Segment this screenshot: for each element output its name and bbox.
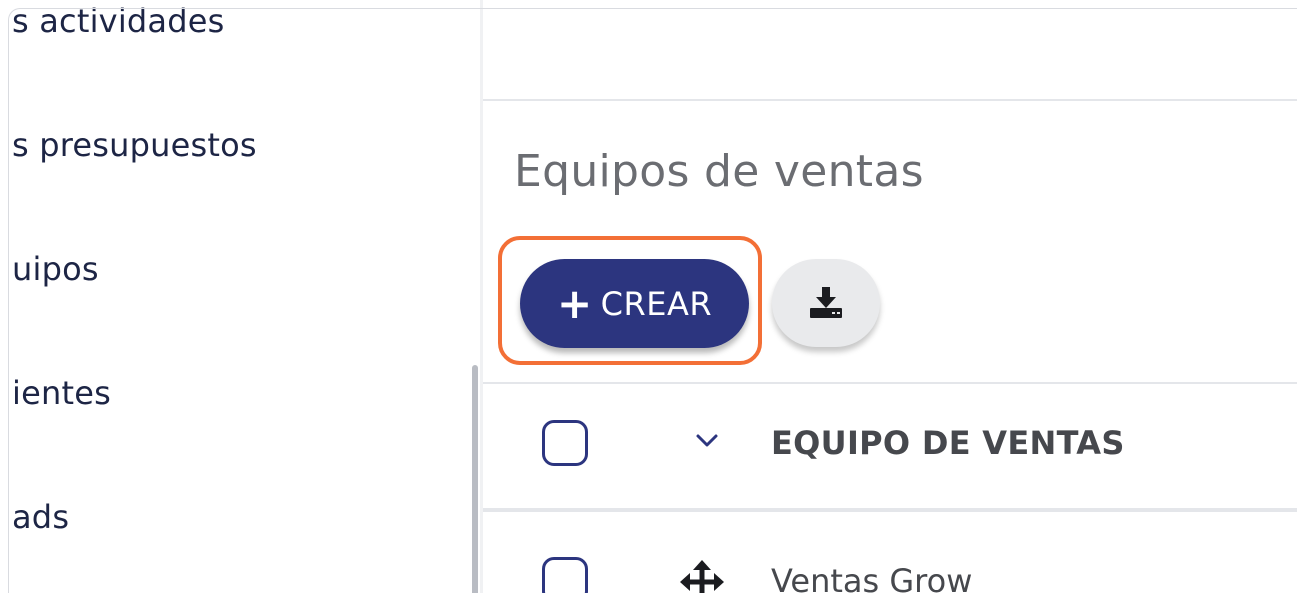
sidebar-item-presupuestos[interactable]: s presupuestos bbox=[12, 126, 257, 164]
table-header-divider bbox=[483, 508, 1297, 512]
select-all-checkbox[interactable] bbox=[542, 420, 588, 466]
move-icon[interactable] bbox=[680, 560, 724, 593]
create-button-label: CREAR bbox=[600, 284, 713, 323]
main-content: Equipos de ventas + CREAR EQUIPO DE VENT… bbox=[483, 0, 1297, 593]
sidebar-item-actividades[interactable]: s actividades bbox=[12, 2, 225, 40]
create-button[interactable]: + CREAR bbox=[520, 259, 749, 348]
sidebar-item-equipos[interactable]: uipos bbox=[12, 250, 99, 288]
download-button[interactable] bbox=[772, 259, 880, 347]
column-header-equipo-de-ventas[interactable]: EQUIPO DE VENTAS bbox=[771, 424, 1125, 462]
row-name[interactable]: Ventas Grow bbox=[771, 562, 972, 593]
topbar-divider bbox=[483, 99, 1297, 101]
download-icon bbox=[810, 287, 842, 318]
chevron-down-icon[interactable] bbox=[694, 430, 720, 450]
sidebar-item-clientes[interactable]: ientes bbox=[12, 374, 111, 412]
sidebar: s actividades s presupuestos uipos iente… bbox=[0, 0, 480, 593]
sidebar-scrollbar[interactable] bbox=[472, 365, 478, 593]
plus-icon: + bbox=[556, 278, 593, 328]
sidebar-item-leads[interactable]: ads bbox=[12, 498, 69, 536]
app-window: s actividades s presupuestos uipos iente… bbox=[0, 0, 1297, 593]
page-title: Equipos de ventas bbox=[514, 146, 924, 197]
table-top-divider bbox=[483, 382, 1297, 384]
row-checkbox[interactable] bbox=[542, 557, 588, 593]
